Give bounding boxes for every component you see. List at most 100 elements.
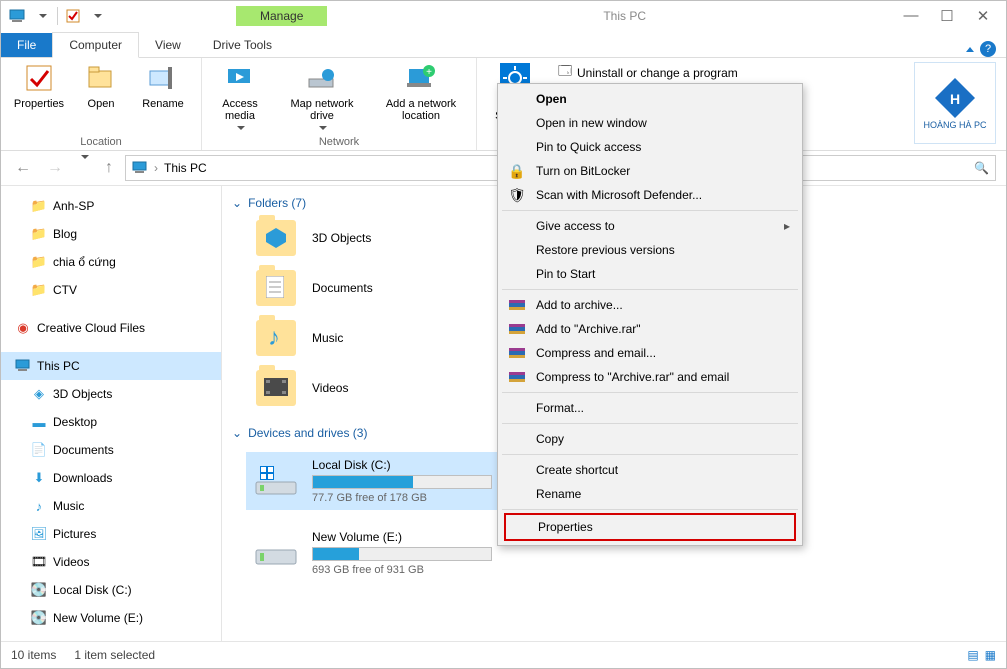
tab-view[interactable]: View [139, 33, 197, 57]
nav-creative-cloud[interactable]: ◉Creative Cloud Files [1, 314, 221, 342]
forward-button[interactable]: → [43, 159, 67, 177]
nav-pictures[interactable]: 🖼Pictures [1, 520, 221, 548]
recent-dropdown-icon[interactable] [75, 159, 93, 177]
drive-item-c[interactable]: Local Disk (C:) 77.7 GB free of 178 GB [246, 452, 522, 510]
ctx-open-new-window[interactable]: Open in new window [500, 111, 800, 135]
winrar-icon [508, 320, 526, 338]
help-icon[interactable]: ? [980, 41, 996, 57]
tab-computer[interactable]: Computer [52, 32, 139, 58]
nav-folder[interactable]: 📁CTV [1, 276, 221, 304]
dropdown-icon[interactable] [33, 7, 51, 25]
nav-desktop[interactable]: ▬Desktop [1, 408, 221, 436]
brand-logo: H HOÀNG HÀ PC [914, 62, 996, 144]
videos-icon: 🎞 [31, 554, 47, 570]
rename-button[interactable]: Rename [135, 62, 191, 110]
downloads-icon: ⬇ [31, 470, 47, 486]
lock-icon: 🔒 [508, 162, 526, 180]
properties-button[interactable]: Properties [11, 62, 67, 110]
pc-icon [132, 160, 148, 176]
minimize-button[interactable]: — [902, 7, 920, 25]
ctx-add-archive[interactable]: Add to archive... [500, 293, 800, 317]
usage-bar [312, 547, 492, 561]
separator [502, 210, 798, 211]
nav-videos[interactable]: 🎞Videos [1, 548, 221, 576]
view-details-icon[interactable]: ▤ [967, 648, 978, 662]
titlebar: Manage This PC — ☐ ✕ [1, 1, 1006, 31]
nav-folder[interactable]: 📁Anh-SP [1, 192, 221, 220]
ctx-bitlocker[interactable]: 🔒Turn on BitLocker [500, 159, 800, 183]
pc-icon [15, 358, 31, 374]
breadcrumb-text[interactable]: This PC [164, 161, 207, 175]
view-large-icons-icon[interactable]: ▦ [985, 648, 996, 662]
folder-icon: 📁 [31, 254, 47, 270]
ctx-open[interactable]: Open [500, 87, 800, 111]
nav-downloads[interactable]: ⬇Downloads [1, 464, 221, 492]
ctx-rename[interactable]: Rename [500, 482, 800, 506]
search-icon: 🔍 [974, 161, 989, 175]
ctx-properties[interactable]: Properties [504, 513, 796, 541]
chevron-right-icon[interactable]: › [154, 161, 158, 175]
nav-documents[interactable]: 📄Documents [1, 436, 221, 464]
navigation-pane[interactable]: 📁Anh-SP 📁Blog 📁chia ổ cứng 📁CTV ◉Creativ… [1, 186, 222, 641]
nav-folder[interactable]: 📁Blog [1, 220, 221, 248]
nav-this-pc[interactable]: This PC [1, 352, 221, 380]
ctx-give-access[interactable]: Give access to▸ [500, 214, 800, 238]
tab-file[interactable]: File [1, 33, 52, 57]
winrar-icon [508, 344, 526, 362]
map-drive-button[interactable]: Map network drive [282, 62, 362, 130]
add-network-location-button[interactable]: + Add a network location [376, 62, 466, 122]
window-controls: — ☐ ✕ [902, 7, 992, 25]
dropdown-icon[interactable] [88, 7, 106, 25]
pc-icon [9, 7, 27, 25]
ctx-pin-quick-access[interactable]: Pin to Quick access [500, 135, 800, 159]
nav-folder[interactable]: 📁chia ổ cứng [1, 248, 221, 276]
3d-icon: ◈ [31, 386, 47, 402]
creative-cloud-icon: ◉ [15, 320, 31, 336]
separator [502, 392, 798, 393]
chevron-down-icon: ⌄ [232, 196, 242, 210]
collapse-ribbon-icon[interactable] [966, 47, 974, 52]
dropdown-icon [237, 126, 245, 130]
chevron-down-icon: ⌄ [232, 426, 242, 440]
ctx-compress-email[interactable]: Compress and email... [500, 341, 800, 365]
maximize-button[interactable]: ☐ [938, 7, 956, 25]
folder-icon: ♪ [256, 320, 296, 356]
ctx-restore-versions[interactable]: Restore previous versions [500, 238, 800, 262]
ctx-format[interactable]: Format... [500, 396, 800, 420]
close-button[interactable]: ✕ [974, 7, 992, 25]
explorer-window: Manage This PC — ☐ ✕ File Computer View … [0, 0, 1007, 669]
desktop-icon: ▬ [31, 414, 47, 430]
tab-drive-tools[interactable]: Drive Tools [197, 33, 288, 57]
nav-new-volume-e[interactable]: 💽New Volume (E:) [1, 604, 221, 632]
drive-free-text: 693 GB free of 931 GB [312, 564, 492, 576]
ribbon-tabs: File Computer View Drive Tools ? [1, 31, 1006, 58]
contextual-tab-label: Manage [236, 6, 327, 26]
nav-local-disk-c[interactable]: 💽Local Disk (C:) [1, 576, 221, 604]
back-button[interactable]: ← [11, 159, 35, 177]
drive-free-text: 77.7 GB free of 178 GB [312, 492, 492, 504]
ctx-copy[interactable]: Copy [500, 427, 800, 451]
open-button[interactable]: Open [81, 62, 121, 110]
separator [502, 423, 798, 424]
pictures-icon: 🖼 [31, 526, 47, 542]
ctx-create-shortcut[interactable]: Create shortcut [500, 458, 800, 482]
drive-icon: 💽 [31, 582, 47, 598]
chevron-right-icon: ▸ [784, 219, 790, 233]
ctx-compress-rar-email[interactable]: Compress to "Archive.rar" and email [500, 365, 800, 389]
up-button[interactable]: ↑ [101, 159, 117, 177]
ctx-pin-start[interactable]: Pin to Start [500, 262, 800, 286]
nav-3d-objects[interactable]: ◈3D Objects [1, 380, 221, 408]
access-media-button[interactable]: Access media [212, 62, 268, 130]
uninstall-program-button[interactable]: 🗔Uninstall or change a program [557, 62, 738, 84]
ctx-defender-scan[interactable]: 🛡Scan with Microsoft Defender... [500, 183, 800, 207]
properties-qat-icon[interactable] [64, 7, 82, 25]
svg-text:+: + [426, 67, 432, 78]
uninstall-icon: 🗔 [557, 65, 573, 81]
nav-music[interactable]: ♪Music [1, 492, 221, 520]
window-title: This PC [603, 9, 646, 23]
search-input[interactable]: 🔍 [772, 155, 996, 181]
status-selected-count: 1 item selected [74, 648, 155, 662]
ctx-add-archive-rar[interactable]: Add to "Archive.rar" [500, 317, 800, 341]
drive-item-e[interactable]: New Volume (E:) 693 GB free of 931 GB [246, 524, 522, 582]
status-bar: 10 items 1 item selected ▤ ▦ [1, 641, 1006, 668]
